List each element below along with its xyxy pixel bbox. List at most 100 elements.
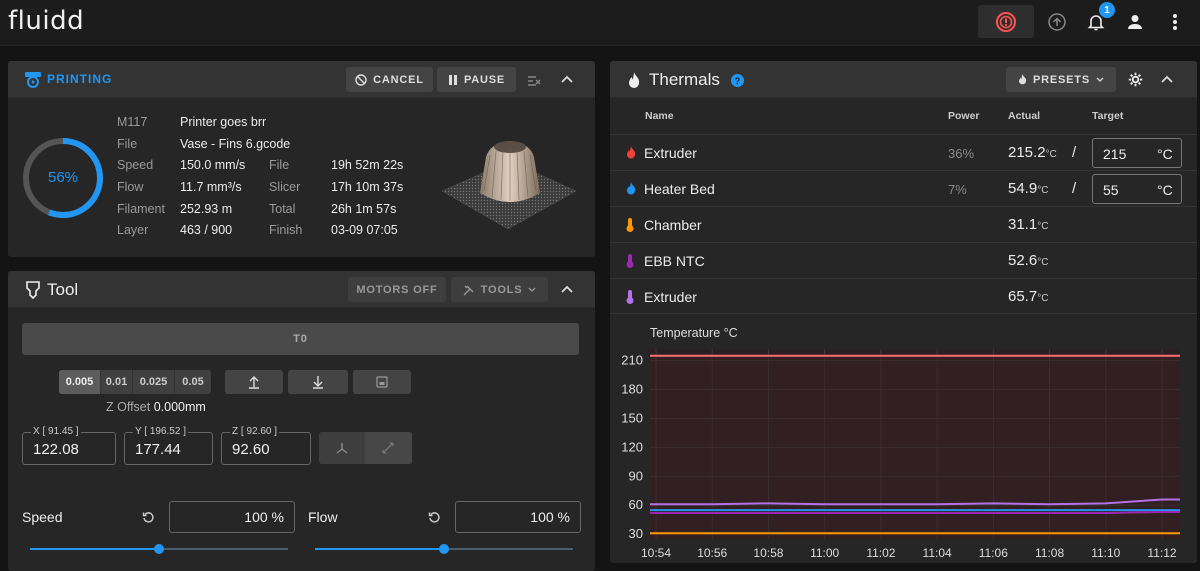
z-step-005[interactable]: 0.05 [174, 370, 211, 394]
notification-count-badge: 1 [1099, 2, 1115, 18]
flow-slider-knob[interactable] [439, 544, 449, 554]
upload-icon[interactable] [1046, 11, 1068, 33]
reset-flow-icon[interactable] [428, 511, 441, 524]
z-position-field[interactable]: Z [ 92.60 ] 92.60 [221, 426, 311, 465]
speed-slider-knob[interactable] [154, 544, 164, 554]
sensor-row-chamber[interactable]: Chamber 31.1°C [610, 206, 1197, 242]
speed-factor-input[interactable]: 100 % [169, 501, 295, 533]
actual-unit: °C [1045, 149, 1057, 160]
reset-speed-icon[interactable] [142, 511, 155, 524]
message-value: Printer goes brr [180, 115, 267, 129]
chart-title: Temperature °C [650, 326, 738, 340]
total-time-value: 26h 1m 57s [331, 202, 397, 216]
printing-card-header: PRINTING CANCEL PAUSE [8, 61, 595, 98]
tool-card-header: Tool MOTORS OFF TOOLS [8, 271, 595, 308]
speed-stat-value: 150.0 mm/s [180, 158, 246, 172]
x-position-label: X [ 91.45 ] [31, 426, 81, 437]
actual-value: 65.7 [1008, 288, 1038, 305]
heater-power: 7% [948, 182, 967, 197]
temperature-chart[interactable]: 30 60 90 120 150 180 210 10:54 10:56 10:58 11:00 11… [610, 343, 1197, 563]
x-tick-label: 11:02 [866, 546, 895, 560]
more-menu-icon[interactable] [1164, 11, 1186, 33]
x-position-field[interactable]: X [ 91.45 ] 122.08 [22, 426, 116, 465]
y-tick-label: 90 [629, 468, 643, 483]
heater-name: Heater Bed [644, 181, 715, 197]
flow-slider-fill [315, 548, 444, 550]
heater-name: Extruder [644, 145, 697, 161]
sensor-name: Chamber [644, 217, 702, 233]
presets-button[interactable]: PRESETS [1006, 67, 1116, 92]
y-position-field[interactable]: Y [ 196.52 ] 177.44 [124, 426, 213, 465]
thermals-card: Thermals ? PRESETS Name Power Actual Tar… [610, 61, 1197, 563]
z-offset-readout: Z Offset 0.000mm [106, 400, 206, 414]
motors-off-button[interactable]: MOTORS OFF [348, 277, 446, 302]
flow-factor-input[interactable]: 100 % [455, 501, 581, 533]
account-icon[interactable] [1124, 11, 1146, 33]
slicer-time-label: Slicer [269, 180, 301, 194]
filament-stat-label: Filament [117, 202, 165, 216]
x-tick-label: 11:04 [923, 546, 952, 560]
z-step-0005[interactable]: 0.005 [59, 370, 100, 394]
finish-time-label: Finish [269, 223, 303, 237]
layer-stat-value: 463 / 900 [180, 223, 233, 237]
sensor-row-extruder[interactable]: Extruder 65.7°C [610, 278, 1197, 314]
chevron-up-icon[interactable] [561, 285, 573, 293]
relative-move-button[interactable] [365, 432, 412, 464]
bed-target-input[interactable]: 55 °C [1092, 174, 1182, 204]
z-offset-down-button[interactable] [288, 370, 348, 394]
flame-icon [627, 146, 636, 159]
z-offset-up-button[interactable] [225, 370, 283, 394]
arrow-up-icon [249, 376, 259, 389]
y-tick-label: 180 [621, 382, 643, 397]
z-offset-save-button[interactable] [353, 370, 411, 394]
emergency-stop-button[interactable] [978, 5, 1034, 38]
motors-off-label: MOTORS OFF [356, 283, 438, 296]
speed-stat-label: Speed [117, 158, 154, 172]
chevron-up-icon[interactable] [561, 75, 573, 83]
pause-print-button[interactable]: PAUSE [437, 67, 516, 92]
speed-slider-fill [30, 548, 159, 550]
diagonal-arrows-icon [382, 442, 394, 454]
app-logo[interactable]: fluidd [8, 6, 84, 36]
target-value: 215 [1103, 146, 1127, 162]
help-icon[interactable]: ? [731, 74, 744, 87]
heater-row-extruder[interactable]: Extruder 36% 215.2°C / 215 °C [610, 134, 1197, 170]
z-step-001[interactable]: 0.01 [100, 370, 132, 394]
toolhead-t0-button[interactable]: T0 [22, 323, 579, 355]
z-position-label: Z [ 92.60 ] [230, 426, 280, 437]
y-tick-label: 150 [621, 410, 643, 425]
actual-value: 52.6 [1008, 252, 1038, 269]
progress-percent: 56% [47, 169, 79, 186]
flame-icon [627, 182, 636, 195]
actual-unit: °C [1037, 257, 1049, 268]
gear-icon[interactable] [1128, 72, 1143, 87]
save-icon [376, 376, 388, 388]
layer-stat-label: Layer [117, 223, 149, 237]
move-mode-group [319, 432, 412, 464]
finish-time-value: 03-09 07:05 [331, 223, 398, 237]
tools-menu-button[interactable]: TOOLS [451, 277, 548, 302]
y-position-label: Y [ 196.52 ] [133, 426, 188, 437]
emergency-stop-icon [996, 11, 1016, 32]
absolute-coordinates-icon[interactable] [335, 441, 349, 455]
sensor-name: EBB NTC [644, 253, 705, 269]
extruder-target-input[interactable]: 215 °C [1092, 138, 1182, 168]
series-line-3 [650, 510, 1180, 514]
x-tick-label: 10:56 [697, 546, 727, 560]
actual-value: 31.1 [1008, 216, 1038, 233]
exclude-object-icon[interactable] [527, 73, 541, 87]
z-position-value: 92.60 [232, 441, 270, 458]
file-label: File [117, 137, 138, 151]
actual-unit: °C [1037, 221, 1049, 232]
z-step-0025[interactable]: 0.025 [132, 370, 174, 394]
total-time-label: Total [269, 202, 296, 216]
cancel-print-button[interactable]: CANCEL [346, 67, 433, 92]
print-thumbnail [441, 141, 577, 230]
chevron-up-icon[interactable] [1161, 75, 1173, 83]
heater-row-bed[interactable]: Heater Bed 7% 54.9°C / 55 °C [610, 170, 1197, 206]
printing-title: PRINTING [47, 72, 113, 86]
extruder-target-area [650, 355, 1180, 539]
sensor-row-ebb-ntc[interactable]: EBB NTC 52.6°C [610, 242, 1197, 278]
heater-actual: 54.9°C [1008, 180, 1048, 197]
x-tick-label: 10:58 [753, 546, 783, 560]
